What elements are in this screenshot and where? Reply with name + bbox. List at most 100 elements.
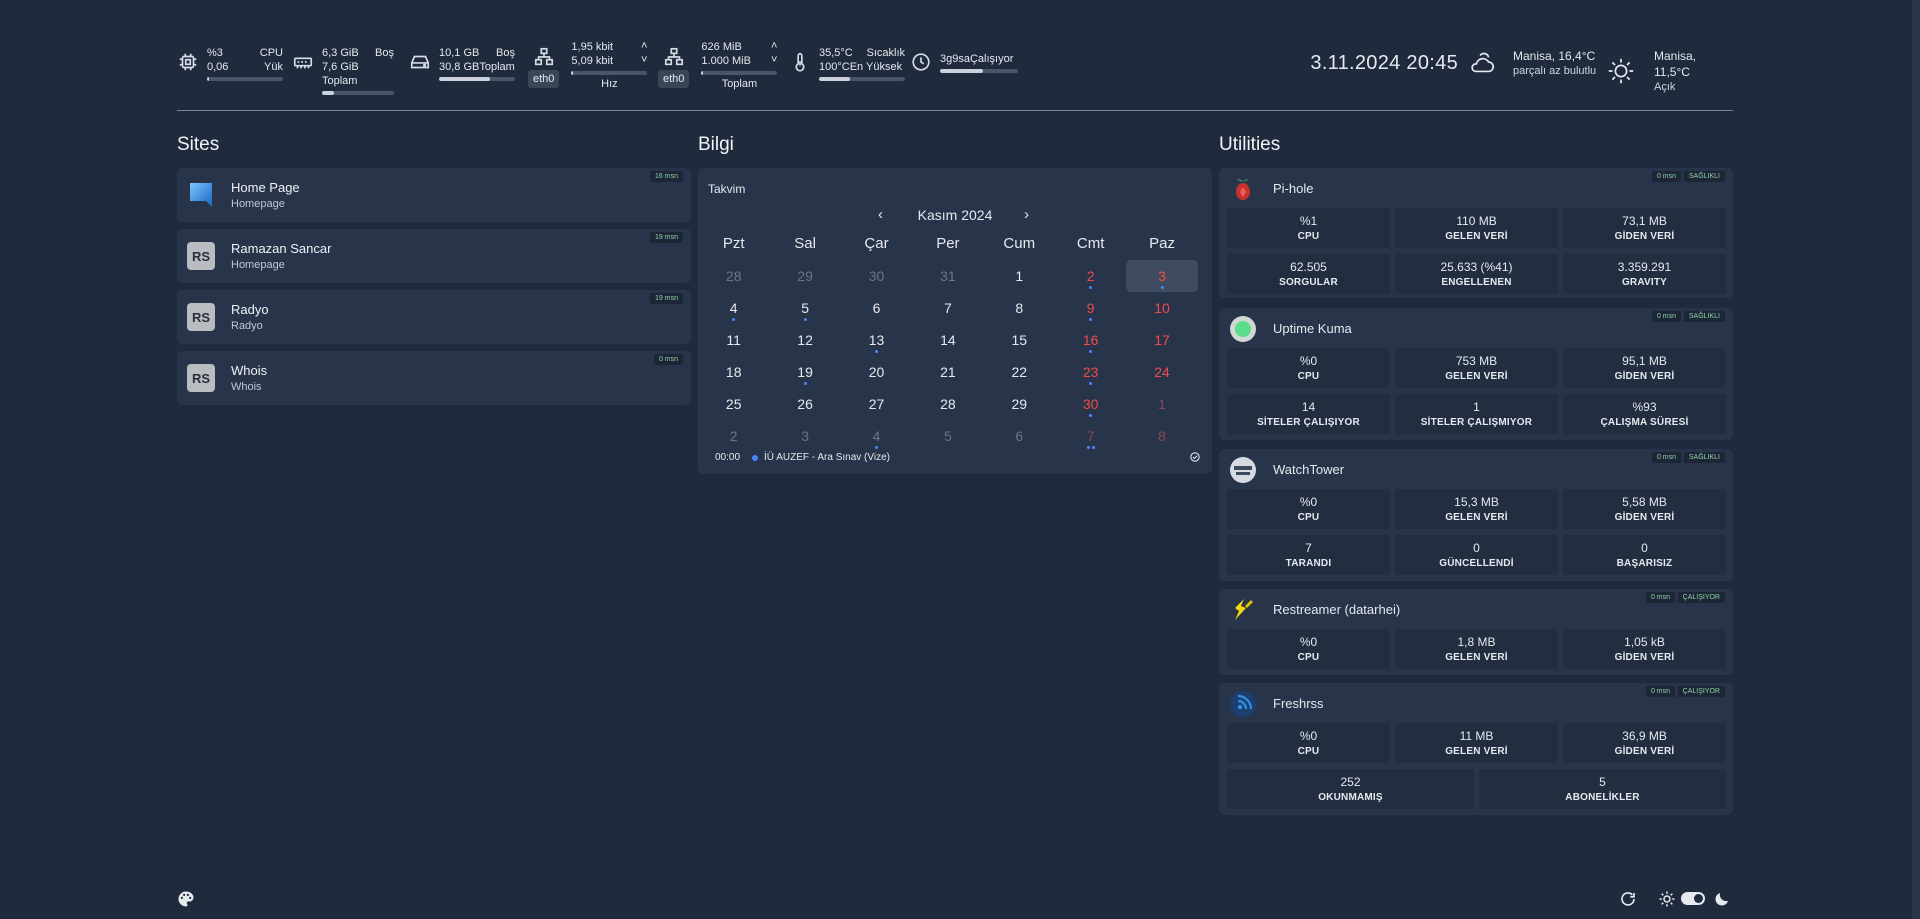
stat-label: ABONELİKLER <box>1565 792 1640 803</box>
calendar-day[interactable]: 27 <box>841 388 912 420</box>
calendar-day[interactable]: 30 <box>1055 388 1126 420</box>
site-name: Home Page <box>231 180 300 195</box>
calendar-day[interactable]: 31 <box>912 260 983 292</box>
calendar-day[interactable]: 21 <box>912 356 983 388</box>
stat-block: %93 ÇALIŞMA SÜRESİ <box>1563 394 1726 434</box>
scrollbar[interactable] <box>1912 0 1920 919</box>
stat-label: CPU <box>1297 231 1320 242</box>
calendar-day[interactable]: 29 <box>984 388 1055 420</box>
disk-total-label: Toplam <box>479 61 515 73</box>
calendar-day[interactable]: 5 <box>912 420 983 452</box>
calendar-day[interactable]: 22 <box>984 356 1055 388</box>
calendar-day[interactable]: 12 <box>769 324 840 356</box>
ping-badge: 16 msn <box>650 171 683 182</box>
calendar-day[interactable]: 10 <box>1126 292 1197 324</box>
calendar-day[interactable]: 18 <box>698 356 769 388</box>
calendar-day[interactable]: 2 <box>1055 260 1126 292</box>
prev-month-button[interactable]: ‹ <box>878 206 883 223</box>
chevron-up-icon: ˄ <box>770 40 778 52</box>
calendar-day[interactable]: 4 <box>698 292 769 324</box>
calendar-day[interactable]: 3 <box>769 420 840 452</box>
calendar-day[interactable]: 5 <box>769 292 840 324</box>
total-bar <box>701 71 778 75</box>
calendar-day[interactable]: 9 <box>1055 292 1126 324</box>
calendar-day[interactable]: 1 <box>1126 388 1197 420</box>
calendar-day-today[interactable]: 3 <box>1126 260 1198 292</box>
calendar-event[interactable]: 00:00 İÜ AUZEF - Ara Sınav (Vize) <box>715 452 890 463</box>
temperature-label: Sıcaklık <box>866 47 905 59</box>
status-badge: ÇALIŞIYOR <box>1677 592 1725 603</box>
calendar-day[interactable]: 15 <box>984 324 1055 356</box>
weekday-label: Per <box>936 235 960 252</box>
utility-card-restreamer[interactable]: Restreamer (datarhei) 0 msn ÇALIŞIYOR %0… <box>1219 589 1733 675</box>
site-card-whois[interactable]: RS Whois Whois 0 msn <box>177 351 691 405</box>
rss-logo-icon <box>1229 690 1257 718</box>
calendar-day[interactable]: 23 <box>1055 356 1126 388</box>
calendar-day[interactable]: 29 <box>769 260 840 292</box>
theme-toggle[interactable] <box>1681 892 1705 905</box>
stat-block: 753 MB GELEN VERİ <box>1395 348 1558 388</box>
calendar-day[interactable]: 16 <box>1055 324 1126 356</box>
calendar-day[interactable]: 6 <box>984 420 1055 452</box>
site-logo: RS <box>187 364 215 392</box>
week-row: 25 26 27 28 29 30 1 <box>698 388 1212 420</box>
calendar-day[interactable]: 24 <box>1126 356 1197 388</box>
calendar-day[interactable]: 11 <box>698 324 769 356</box>
calendar-day[interactable]: 14 <box>912 324 983 356</box>
cpu-label: CPU <box>259 47 283 59</box>
calendar-day[interactable]: 20 <box>841 356 912 388</box>
check-circle-icon[interactable] <box>1190 452 1200 465</box>
calendar-day[interactable]: 6 <box>841 292 912 324</box>
memory-free: 6,3 GiB <box>322 47 359 59</box>
stat-block: 15,3 MB GELEN VERİ <box>1395 489 1558 529</box>
stat-block: %0 CPU <box>1227 348 1390 388</box>
stat-value: %0 <box>1299 729 1318 743</box>
free-label: Boş <box>375 47 394 59</box>
sun-icon[interactable] <box>1658 890 1676 908</box>
utility-card-pihole[interactable]: Pi-hole 0 msn SAĞLIKLI %1 CPU 110 MB GELEN… <box>1219 168 1733 298</box>
site-card-ramazan-sancar[interactable]: RS Ramazan Sancar Homepage 19 msn <box>177 229 691 283</box>
refresh-icon[interactable] <box>1619 890 1637 908</box>
calendar-day[interactable]: 13 <box>841 324 912 356</box>
stat-block: 7 TARANDI <box>1227 535 1390 575</box>
cpu-bar <box>207 77 283 81</box>
ping-badge: 0 msn <box>1651 311 1681 322</box>
utility-card-freshrss[interactable]: Freshrss 0 msn ÇALIŞIYOR %0 CPU 11 MB GELE… <box>1219 683 1733 815</box>
calendar-day[interactable]: 28 <box>912 388 983 420</box>
stat-value: 3.359.291 <box>1617 260 1672 274</box>
calendar-day[interactable]: 28 <box>698 260 769 292</box>
calendar-title: Takvim <box>708 182 746 196</box>
stat-value: 0 <box>1641 541 1648 555</box>
utility-card-uptime-kuma[interactable]: Uptime Kuma 0 msn SAĞLIKLI %0 CPU 753 MB G… <box>1219 308 1733 440</box>
calendar-day[interactable]: 19 <box>769 356 840 388</box>
site-card-radyo[interactable]: RS Radyo Radyo 19 msn <box>177 290 691 344</box>
calendar-day[interactable]: 8 <box>1126 420 1197 452</box>
stat-block: 0 GÜNCELLENDİ <box>1395 535 1558 575</box>
temperature-widget: 35,5°C Sıcaklık 100°CEn Yüksek <box>789 46 905 81</box>
calendar-day[interactable]: 8 <box>984 292 1055 324</box>
calendar-day[interactable]: 17 <box>1126 324 1197 356</box>
calendar-day[interactable]: 4 <box>841 420 912 452</box>
stat-block: 14 SİTELER ÇALIŞIYOR <box>1227 394 1390 434</box>
utility-card-watchtower[interactable]: WatchTower 0 msn SAĞLIKLI %0 CPU 15,3 MB G… <box>1219 449 1733 581</box>
stat-label: GÜNCELLENDİ <box>1439 558 1514 569</box>
disk-widget: 10,1 GB Boş 30,8 GBToplam <box>409 46 515 81</box>
calendar-day[interactable]: 1 <box>984 260 1055 292</box>
stat-label: ENGELLENEN <box>1441 277 1512 288</box>
site-card-home-page[interactable]: Home Page Homepage 16 msn <box>177 168 691 222</box>
stat-value: 36,9 MB <box>1622 729 1667 743</box>
site-description: Homepage <box>231 198 285 210</box>
memory-bar <box>322 91 394 95</box>
calendar-day[interactable]: 2 <box>698 420 769 452</box>
moon-icon[interactable] <box>1713 890 1731 908</box>
calendar-day[interactable]: 7 <box>1055 420 1126 452</box>
event-dot <box>874 350 878 353</box>
stat-label: CPU <box>1297 746 1320 757</box>
calendar-day[interactable]: 30 <box>841 260 912 292</box>
next-month-button[interactable]: › <box>1024 206 1029 223</box>
calendar-day[interactable]: 26 <box>769 388 840 420</box>
calendar-day[interactable]: 25 <box>698 388 769 420</box>
stat-value: 5,58 MB <box>1622 495 1667 509</box>
palette-icon[interactable] <box>177 890 195 908</box>
calendar-day[interactable]: 7 <box>912 292 983 324</box>
